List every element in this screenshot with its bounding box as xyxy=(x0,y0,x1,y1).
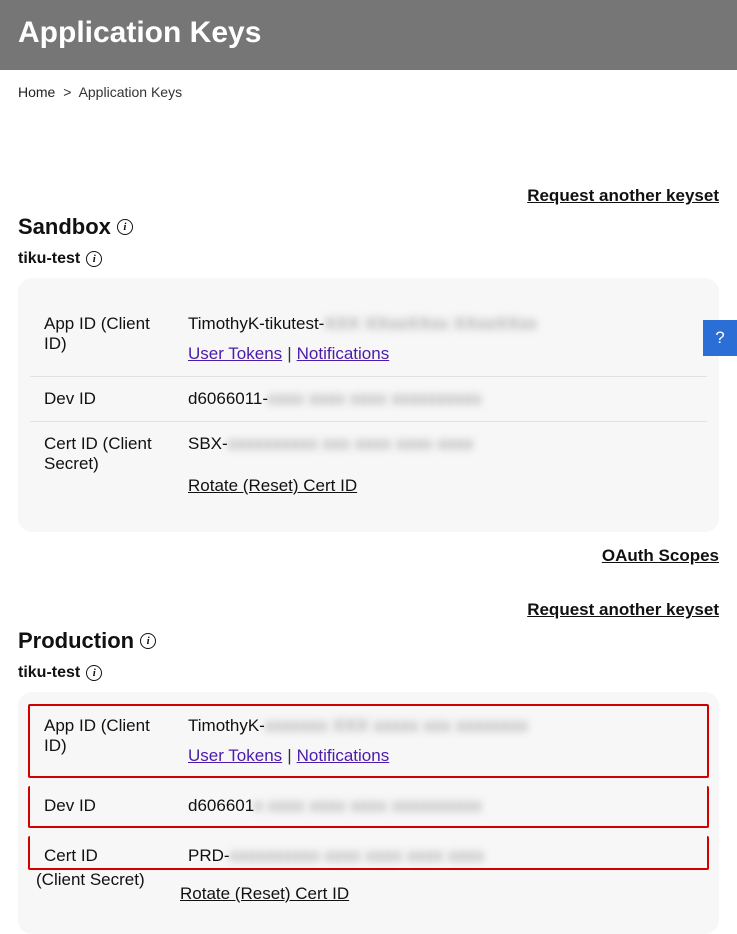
highlighted-dev-id-row: Dev ID d606601x xxxx xxxx xxxx xxxxxxxxx… xyxy=(28,786,709,828)
request-keyset-link-production[interactable]: Request another keyset xyxy=(527,600,719,620)
cert-id-label-short: Cert ID xyxy=(44,846,170,866)
page-title: Application Keys xyxy=(18,16,719,50)
sandbox-panel: App ID (Client ID) TimothyK-tikutest-XXX… xyxy=(18,278,719,532)
dev-id-label: Dev ID xyxy=(44,389,170,409)
user-tokens-link[interactable]: User Tokens xyxy=(188,344,282,363)
breadcrumb: Home > Application Keys xyxy=(0,70,737,114)
breadcrumb-current: Application Keys xyxy=(79,84,183,100)
app-id-label: App ID (Client ID) xyxy=(44,716,170,766)
app-id-prefix: TimothyK-tikutest- xyxy=(188,314,324,333)
dev-id-masked: xxxx xxxx xxxx xxxxxxxxxx xyxy=(268,389,482,408)
client-secret-label-cont: (Client Secret) xyxy=(36,870,162,904)
dev-id-value: d6066011-xxxx xxxx xxxx xxxxxxxxxx xyxy=(188,389,693,409)
sandbox-title: Sandbox xyxy=(18,214,111,240)
cert-id-label: Cert ID (Client Secret) xyxy=(44,434,170,496)
notifications-link[interactable]: Notifications xyxy=(297,344,390,363)
cert-id-masked: xxxxxxxxxx xxx xxxx xxxx xxxx xyxy=(228,434,474,453)
cert-id-masked: xxxxxxxxxx xxxx xxxx xxxx xxxx xyxy=(230,846,485,865)
cert-id-value: PRD-xxxxxxxxxx xxxx xxxx xxxx xxxx xyxy=(188,846,693,866)
info-icon[interactable]: i xyxy=(86,251,102,267)
request-keyset-link-sandbox[interactable]: Request another keyset xyxy=(527,186,719,206)
app-id-masked: XXX XXxxXXxx XXxxXXxx xyxy=(324,314,537,333)
app-id-value: TimothyK-tikutest-XXX XXxxXXxx XXxxXXxx … xyxy=(188,314,693,364)
app-id-value: TimothyK-xxxxxxx XXX xxxxx xxx xxxxxxxx … xyxy=(188,716,693,766)
cert-id-value: SBX-xxxxxxxxxx xxx xxxx xxxx xxxx Rotate… xyxy=(188,434,693,496)
dev-id-prefix: d606601 xyxy=(188,796,254,815)
link-separator: | xyxy=(287,746,291,766)
production-app-name: tiku-test xyxy=(18,664,80,682)
app-id-label: App ID (Client ID) xyxy=(44,314,170,364)
breadcrumb-separator: > xyxy=(63,84,71,100)
dev-id-label: Dev ID xyxy=(44,796,170,816)
page-header: Application Keys xyxy=(0,0,737,70)
app-id-prefix: TimothyK- xyxy=(188,716,265,735)
user-tokens-link[interactable]: User Tokens xyxy=(188,746,282,765)
help-icon: ? xyxy=(715,328,724,348)
help-button[interactable]: ? xyxy=(703,320,737,356)
breadcrumb-home[interactable]: Home xyxy=(18,84,55,100)
production-panel: App ID (Client ID) TimothyK-xxxxxxx XXX … xyxy=(18,692,719,934)
production-title: Production xyxy=(18,628,134,654)
highlighted-app-id-row: App ID (Client ID) TimothyK-xxxxxxx XXX … xyxy=(28,704,709,778)
sandbox-app-name: tiku-test xyxy=(18,250,80,268)
dev-id-value: d606601x xxxx xxxx xxxx xxxxxxxxxx xyxy=(188,796,693,816)
cert-id-prefix: SBX- xyxy=(188,434,228,453)
link-separator: | xyxy=(287,344,291,364)
notifications-link[interactable]: Notifications xyxy=(297,746,390,765)
info-icon[interactable]: i xyxy=(140,633,156,649)
oauth-scopes-link[interactable]: OAuth Scopes xyxy=(602,546,719,566)
info-icon[interactable]: i xyxy=(117,219,133,235)
info-icon[interactable]: i xyxy=(86,665,102,681)
highlighted-cert-id-row: Cert ID PRD-xxxxxxxxxx xxxx xxxx xxxx xx… xyxy=(28,836,709,870)
dev-id-prefix: d6066011- xyxy=(188,389,268,408)
app-id-masked: xxxxxxx XXX xxxxx xxx xxxxxxxx xyxy=(265,716,528,735)
dev-id-masked: x xxxx xxxx xxxx xxxxxxxxxx xyxy=(254,796,482,815)
cert-id-prefix: PRD- xyxy=(188,846,230,865)
rotate-cert-link[interactable]: Rotate (Reset) Cert ID xyxy=(188,476,357,495)
